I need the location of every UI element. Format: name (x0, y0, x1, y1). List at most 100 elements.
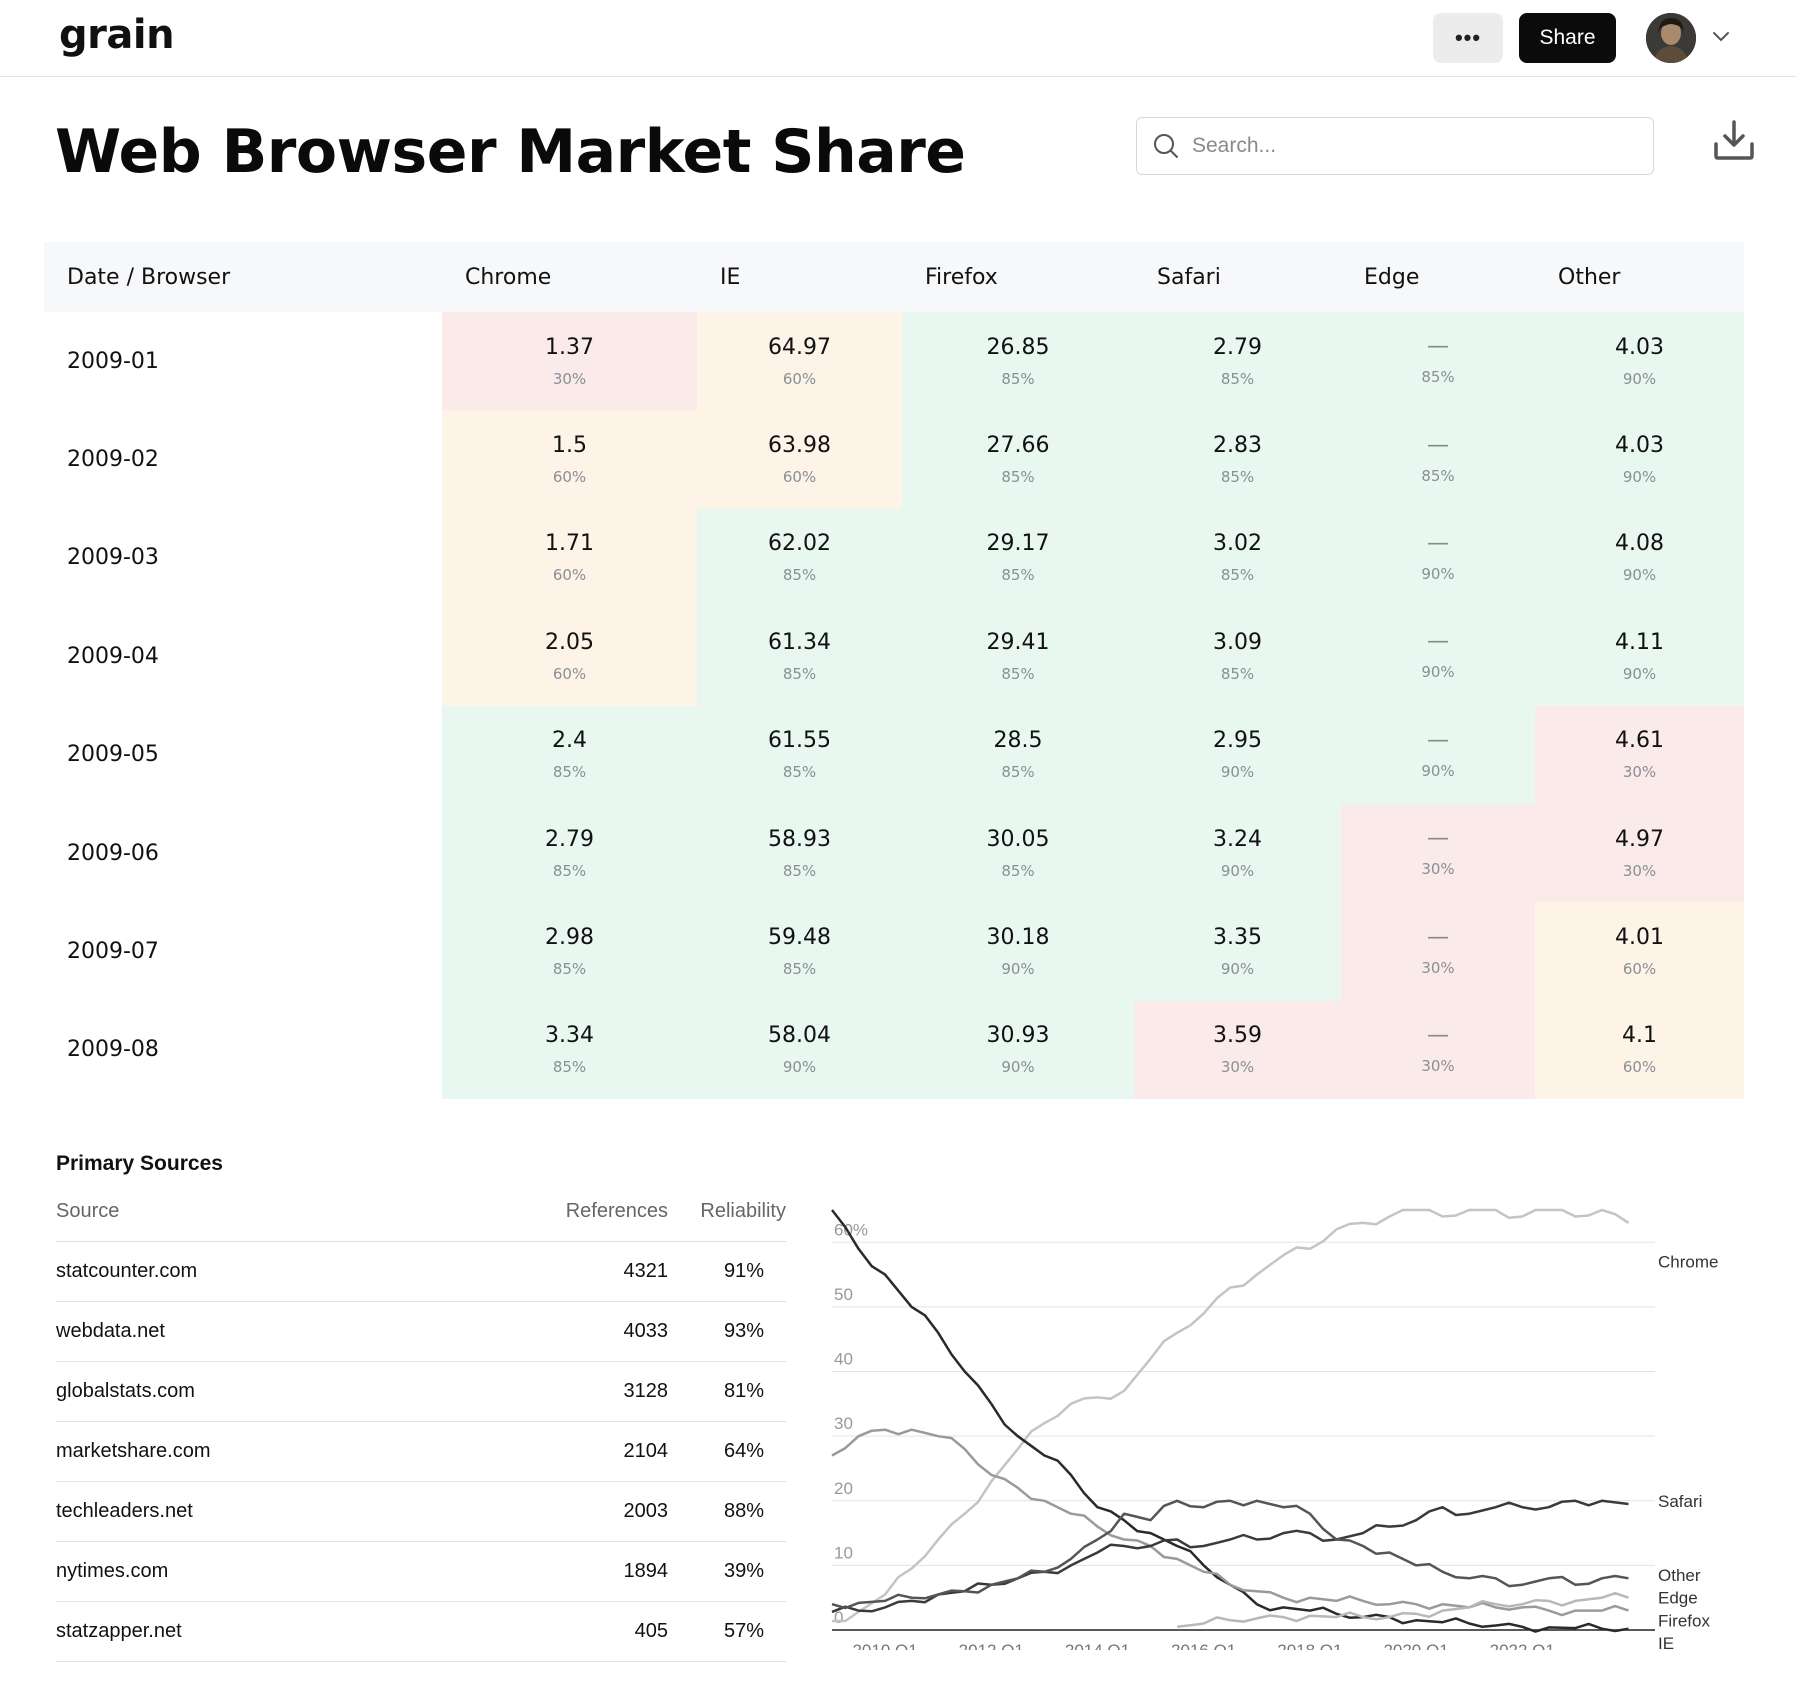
cell-firefox[interactable]: 29.17 85% (902, 508, 1134, 608)
market-share-line-chart: 0102030405060%2010 Q12012 Q12014 Q12016 … (831, 1208, 1718, 1650)
cell-edge[interactable]: — 30% (1341, 803, 1535, 903)
cell-edge[interactable]: — 30% (1341, 902, 1535, 1001)
cell-ie[interactable]: 58.93 85% (697, 803, 902, 903)
cell-safari[interactable]: 2.95 90% (1134, 705, 1341, 804)
cell-chrome[interactable]: 1.37 30% (442, 312, 697, 411)
source-row[interactable]: webdata.net 4033 93% (56, 1302, 786, 1362)
chevron-down-icon[interactable] (1710, 26, 1732, 48)
cell-edge[interactable]: — 85% (1341, 312, 1535, 411)
series-line-chrome[interactable] (832, 1208, 1630, 1623)
source-row[interactable]: statcounter.com 4321 91% (56, 1242, 786, 1302)
page-title: Web Browser Market Share (55, 117, 966, 187)
cell-chrome[interactable]: 2.98 85% (442, 902, 697, 1001)
cell-chrome[interactable]: 2.79 85% (442, 803, 697, 903)
cell-firefox[interactable]: 29.41 85% (902, 607, 1134, 706)
column-header-date[interactable]: Date / Browser (44, 265, 442, 290)
cell-confidence: 90% (1622, 369, 1657, 388)
cell-value: 3.59 (1213, 1023, 1262, 1049)
cell-safari[interactable]: 3.09 85% (1134, 607, 1341, 706)
source-name[interactable]: statcounter.com (56, 1260, 506, 1283)
source-name[interactable]: marketshare.com (56, 1440, 506, 1463)
source-row[interactable]: nytimes.com 1894 39% (56, 1542, 786, 1602)
cell-confidence: 30% (1622, 861, 1657, 880)
source-row[interactable]: marketshare.com 2104 64% (56, 1422, 786, 1482)
cell-safari[interactable]: 2.79 85% (1134, 312, 1341, 411)
column-header-chrome[interactable]: Chrome (442, 265, 697, 290)
cell-ie[interactable]: 64.97 60% (697, 312, 902, 411)
cell-safari[interactable]: 3.02 85% (1134, 508, 1341, 608)
cell-edge[interactable]: — 30% (1341, 1000, 1535, 1100)
share-button[interactable]: Share (1519, 13, 1616, 63)
cell-edge[interactable]: — 90% (1341, 508, 1535, 608)
cell-other[interactable]: 4.08 90% (1535, 508, 1744, 608)
source-name[interactable]: statzapper.net (56, 1620, 506, 1643)
cell-other[interactable]: 4.03 90% (1535, 410, 1744, 509)
cell-safari[interactable]: 3.59 30% (1134, 1000, 1341, 1100)
cell-firefox[interactable]: 30.05 85% (902, 803, 1134, 903)
cell-chrome[interactable]: 1.71 60% (442, 508, 697, 608)
more-options-button[interactable]: ••• (1433, 13, 1503, 63)
cell-other[interactable]: 4.11 90% (1535, 607, 1744, 706)
column-header-ie[interactable]: IE (697, 265, 902, 290)
series-line-ie[interactable] (831, 1209, 1629, 1633)
cell-firefox[interactable]: 27.66 85% (902, 410, 1134, 509)
cell-ie[interactable]: 63.98 60% (697, 410, 902, 509)
column-header-edge[interactable]: Edge (1341, 265, 1535, 290)
cell-value: 61.55 (768, 728, 831, 754)
cell-chrome[interactable]: 2.4 85% (442, 705, 697, 804)
market-share-table: Date / Browser Chrome IE Firefox Safari … (44, 242, 1744, 1100)
cell-firefox[interactable]: 30.18 90% (902, 902, 1134, 1001)
cell-other[interactable]: 4.1 60% (1535, 1000, 1744, 1100)
source-name[interactable]: webdata.net (56, 1320, 506, 1343)
column-header-other[interactable]: Other (1535, 265, 1744, 290)
column-header-firefox[interactable]: Firefox (902, 265, 1134, 290)
cell-value: 27.66 (986, 433, 1050, 459)
cell-firefox[interactable]: 28.5 85% (902, 705, 1134, 804)
cell-value: 3.09 (1213, 629, 1262, 655)
source-row[interactable]: statzapper.net 405 57% (56, 1602, 786, 1662)
cell-edge[interactable]: — 90% (1341, 607, 1535, 706)
search-input[interactable] (1192, 134, 1612, 158)
table-row: 2009-02 1.5 60% 63.98 60% 27.66 85% 2.83 85% —85%… (44, 410, 1744, 509)
search-box[interactable] (1136, 117, 1654, 175)
cell-ie[interactable]: 61.55 85% (697, 705, 902, 804)
cell-ie[interactable]: 62.02 85% (697, 508, 902, 608)
series-line-edge[interactable] (1176, 1591, 1629, 1629)
cell-ie[interactable]: 58.04 90% (697, 1000, 902, 1100)
cell-edge[interactable]: — 85% (1341, 410, 1535, 509)
source-name[interactable]: nytimes.com (56, 1560, 506, 1583)
cell-other[interactable]: 4.03 90% (1535, 312, 1744, 411)
cell-value: 2.79 (545, 826, 594, 852)
source-row[interactable]: techleaders.net 2003 88% (56, 1482, 786, 1542)
avatar[interactable] (1646, 13, 1696, 63)
column-header-safari[interactable]: Safari (1134, 265, 1341, 290)
cell-safari[interactable]: 3.24 90% (1134, 803, 1341, 903)
cell-chrome[interactable]: 3.34 85% (442, 1000, 697, 1100)
cell-firefox[interactable]: 30.93 90% (902, 1000, 1134, 1100)
cell-confidence: 30% (1220, 1058, 1255, 1077)
app-logo[interactable]: grain (59, 12, 175, 58)
series-line-safari[interactable] (831, 1499, 1629, 1614)
cell-other[interactable]: 4.61 30% (1535, 705, 1744, 804)
cell-safari[interactable]: 3.35 90% (1134, 902, 1341, 1001)
source-name[interactable]: techleaders.net (56, 1500, 506, 1523)
cell-other[interactable]: 4.01 60% (1535, 902, 1744, 1001)
cell-value: 3.02 (1213, 531, 1262, 557)
cell-edge[interactable]: — 90% (1341, 705, 1535, 804)
source-name[interactable]: globalstats.com (56, 1380, 506, 1403)
cell-chrome[interactable]: 2.05 60% (442, 607, 697, 706)
cell-value: 4.01 (1615, 925, 1664, 951)
download-icon[interactable] (1712, 118, 1756, 162)
cell-safari[interactable]: 2.83 85% (1134, 410, 1341, 509)
cell-firefox[interactable]: 26.85 85% (902, 312, 1134, 411)
cell-ie[interactable]: 59.48 85% (697, 902, 902, 1001)
cell-confidence: 90% (1220, 960, 1255, 979)
cell-value: 62.02 (768, 531, 831, 557)
cell-chrome[interactable]: 1.5 60% (442, 410, 697, 509)
series-label-edge: Edge (1658, 1589, 1698, 1608)
cell-other[interactable]: 4.97 30% (1535, 803, 1744, 903)
source-references: 2003 (623, 1500, 669, 1522)
cell-ie[interactable]: 61.34 85% (697, 607, 902, 706)
source-row[interactable]: globalstats.com 3128 81% (56, 1362, 786, 1422)
y-tick-label: 30 (834, 1414, 853, 1433)
